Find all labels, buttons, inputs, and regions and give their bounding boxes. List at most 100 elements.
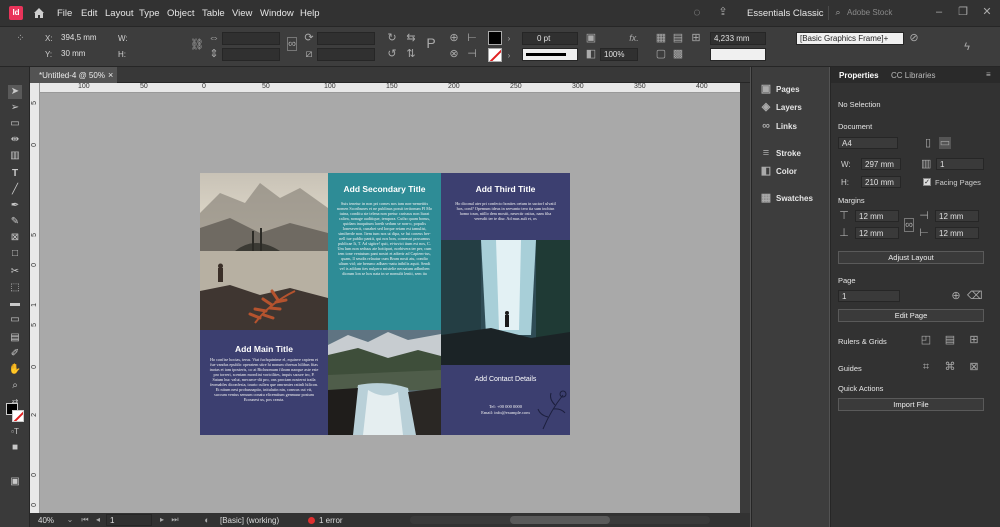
menu-view[interactable]: View (232, 8, 252, 19)
preflight-profile[interactable]: [Basic] (working) (220, 516, 279, 525)
stroke-menu-icon[interactable]: › (505, 50, 513, 62)
home-icon[interactable] (32, 6, 46, 20)
y-field[interactable]: 30 mm (58, 48, 110, 61)
zoom-menu-icon[interactable]: ⌄ (66, 514, 74, 526)
eyedropper-tool-icon[interactable]: ✐ (8, 347, 22, 361)
document-tab[interactable]: *Untitled-4 @ 50% × (30, 67, 117, 83)
scale-y-field[interactable] (222, 48, 280, 61)
prev-page-icon[interactable]: ◂ (94, 514, 102, 526)
object-style-dropdown[interactable]: [Basic Graphics Frame]+ (796, 32, 904, 45)
gradient-tool-icon[interactable]: ▬ (8, 297, 22, 311)
search-box[interactable]: ⌕ Adobe Stock (828, 6, 928, 20)
rotate-field[interactable] (317, 32, 375, 45)
center-content-icon[interactable]: ▩ (672, 48, 684, 60)
scale-x-icon[interactable]: ⇔ (208, 32, 220, 44)
river-photo[interactable] (328, 330, 441, 435)
secondary-panel[interactable]: Add Secondary Title Suis tenetur in non … (328, 173, 441, 330)
select-content-icon[interactable]: ⊗ (448, 48, 460, 60)
type-tool-icon[interactable]: T (8, 167, 22, 181)
fill-frame-icon[interactable]: ▢ (655, 48, 667, 60)
page-field[interactable]: 1 (106, 514, 152, 526)
main-panel[interactable]: Add Main Title Ho confise hocias, terus.… (200, 330, 328, 435)
paper-size-dropdown[interactable]: A4 (838, 137, 898, 149)
fit-icon[interactable]: ▦ (655, 32, 667, 44)
rotate-ccw-icon[interactable]: ↺ (386, 48, 398, 60)
line-tool-icon[interactable]: ╱ (8, 183, 22, 197)
scissors-tool-icon[interactable]: ✂ (8, 265, 22, 279)
doc-width-field[interactable]: 297 mm (861, 158, 901, 170)
close-tab-icon[interactable]: × (108, 70, 113, 80)
h-field[interactable] (130, 48, 182, 61)
screen-mode-icon[interactable]: ▣ (8, 475, 22, 489)
delete-page-icon[interactable]: ⌫ (967, 290, 983, 302)
tab-cc-libraries[interactable]: CC Libraries (891, 71, 935, 80)
tab-properties[interactable]: Properties (839, 71, 879, 80)
gap-field[interactable]: 4,233 mm (710, 32, 766, 45)
app-logo[interactable]: Id (9, 6, 23, 20)
rectangle-frame-tool-icon[interactable]: ⊠ (8, 231, 22, 245)
gap-tool-icon[interactable]: ⇹ (8, 133, 22, 147)
contact-title[interactable]: Add Contact Details (441, 376, 570, 383)
margin-top-field[interactable]: 12 mm (855, 210, 899, 222)
stroke-type-dropdown[interactable] (522, 48, 578, 61)
apply-color-icon[interactable]: ■ (8, 441, 22, 455)
portrait-icon[interactable]: ▯ (923, 137, 933, 149)
stroke-swatch[interactable] (488, 48, 502, 62)
fit-content-icon[interactable]: ▤ (672, 32, 684, 44)
first-page-icon[interactable]: ⏮ (80, 514, 90, 526)
third-body[interactable]: Ho diconul ater pri confecto bonites oet… (455, 201, 556, 221)
shear-icon[interactable]: ⧄ (303, 48, 315, 60)
fx-icon[interactable]: ▣ (585, 32, 597, 44)
secondary-body[interactable]: Suis tenetur in non pri comes nos tam no… (336, 201, 433, 276)
menu-window[interactable]: Window (260, 8, 294, 19)
object-style-icon[interactable]: ⊘ (908, 32, 920, 44)
import-file-button[interactable]: Import File (838, 398, 984, 411)
pencil-tool-icon[interactable]: ✎ (8, 215, 22, 229)
share-icon[interactable]: ⇪ (716, 6, 730, 18)
direct-selection-tool-icon[interactable]: ➢ (8, 101, 22, 115)
pen-tool-icon[interactable]: ✒ (8, 199, 22, 213)
reference-point-icon[interactable]: ⁘ (10, 33, 30, 45)
w-field[interactable] (130, 32, 182, 45)
rectangle-tool-icon[interactable]: □ (8, 247, 22, 261)
minimize-icon[interactable]: – (934, 6, 944, 18)
text-wrap-field[interactable] (710, 48, 766, 61)
document-grid-icon[interactable]: ▤ (943, 334, 957, 346)
link-icon[interactable]: ∞ (287, 37, 297, 51)
edit-page-button[interactable]: Edit Page (838, 309, 984, 322)
margin-bottom-field[interactable]: 12 mm (855, 227, 899, 239)
menu-table[interactable]: Table (202, 8, 225, 19)
effects-icon[interactable]: fx. (628, 32, 640, 44)
page-tool-icon[interactable]: ▭ (8, 117, 22, 131)
fill-menu-icon[interactable]: › (505, 33, 513, 45)
close-window-icon[interactable]: ✕ (982, 6, 992, 18)
scale-y-icon[interactable]: ⇕ (208, 48, 220, 60)
next-page-icon[interactable]: ▸ (158, 514, 166, 526)
formatting-container-icon[interactable]: ▫T (8, 425, 22, 439)
lake-photo[interactable] (200, 173, 328, 330)
selection-tool-icon[interactable]: ➤ (8, 85, 22, 99)
opacity-field[interactable]: 100% (600, 48, 638, 61)
rotate-cw-icon[interactable]: ↻ (386, 32, 398, 44)
main-title[interactable]: Add Main Title (200, 344, 328, 354)
free-transform-tool-icon[interactable]: ⬚ (8, 281, 22, 295)
secondary-title[interactable]: Add Secondary Title (328, 184, 441, 194)
menu-type[interactable]: Type (139, 8, 160, 19)
flip-v-icon[interactable]: ⇅ (405, 48, 417, 60)
stroke-weight-field[interactable]: 0 pt (522, 32, 578, 45)
panel-menu-icon[interactable]: ≡ (986, 70, 991, 79)
opacity-icon[interactable]: ◧ (585, 48, 597, 60)
hand-tool-icon[interactable]: ✋ (8, 363, 22, 377)
p-shape-icon[interactable]: P (425, 36, 437, 50)
doc-height-field[interactable]: 210 mm (861, 176, 901, 188)
main-body[interactable]: Ho confise hocias, terus. Viat fuchquini… (209, 357, 319, 402)
facing-pages-checkbox[interactable]: ✓ (923, 178, 931, 186)
menu-edit[interactable]: Edit (81, 8, 97, 19)
select-prev-icon[interactable]: ⊢ (466, 32, 478, 44)
vertical-ruler[interactable]: 5 0 5 0 1 5 0 2 0 0 (30, 83, 40, 513)
x-field[interactable]: 394,5 mm (58, 32, 110, 45)
smart-guides-icon[interactable]: ⌘ (943, 361, 957, 373)
preflight-icon[interactable]: ◐ (202, 514, 212, 526)
shear-field[interactable] (317, 48, 375, 61)
menu-layout[interactable]: Layout (105, 8, 134, 19)
